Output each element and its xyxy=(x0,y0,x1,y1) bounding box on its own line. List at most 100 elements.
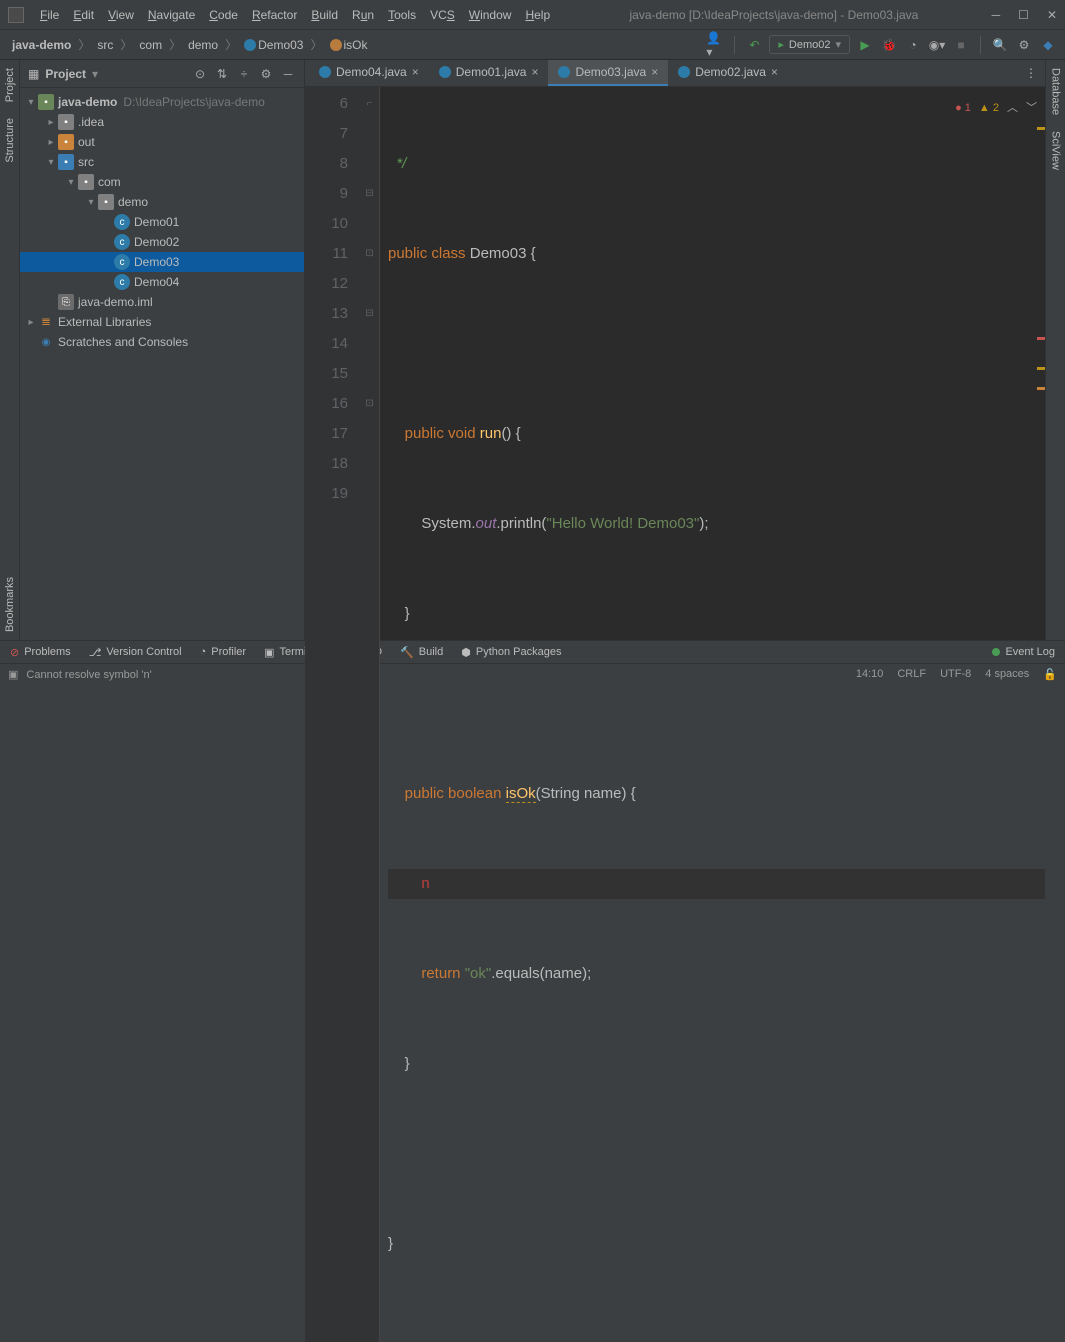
stop-button[interactable]: ■ xyxy=(952,36,970,54)
menu-vcs[interactable]: VCS xyxy=(424,6,461,24)
warning-count[interactable]: ▲ 2 xyxy=(979,93,999,123)
code-content[interactable]: */ public class Demo03 { public void run… xyxy=(380,87,1045,1342)
breadcrumb-demo[interactable]: demo xyxy=(184,37,222,53)
tool-problems[interactable]: ⊘Problems xyxy=(10,646,71,659)
tree-demo02[interactable]: cDemo02 xyxy=(20,232,304,252)
collapse-icon[interactable]: ÷ xyxy=(236,66,252,82)
menu-tools[interactable]: Tools xyxy=(382,6,422,24)
breadcrumb[interactable]: java-demo〉 src〉 com〉 demo〉 Demo03〉 isOk xyxy=(8,36,372,53)
tab-demo03[interactable]: Demo03.java× xyxy=(548,60,668,86)
maximize-button[interactable]: ☐ xyxy=(1018,8,1029,22)
close-icon[interactable]: × xyxy=(412,65,419,79)
tab-demo01[interactable]: Demo01.java× xyxy=(429,60,549,86)
class-icon: c xyxy=(114,214,130,230)
line-numbers: 678910111213141516171819 xyxy=(305,87,360,1342)
class-icon xyxy=(244,39,256,51)
readonly-icon[interactable]: 🔓 xyxy=(1043,668,1057,681)
tree-external[interactable]: ▸𝌆External Libraries xyxy=(20,312,304,332)
breadcrumb-root[interactable]: java-demo xyxy=(8,37,75,53)
nav-toolbar: java-demo〉 src〉 com〉 demo〉 Demo03〉 isOk … xyxy=(0,30,1065,60)
panel-dropdown-icon[interactable]: ▾ xyxy=(92,67,98,81)
close-button[interactable]: ✕ xyxy=(1047,8,1057,22)
inspection-overlay[interactable]: ● 1 ▲ 2 ︿ ﹀ xyxy=(955,93,1037,123)
panel-title[interactable]: Project xyxy=(45,67,86,81)
menu-view[interactable]: View xyxy=(102,6,140,24)
class-icon: c xyxy=(114,254,130,270)
ide-features-icon[interactable]: ◆ xyxy=(1039,36,1057,54)
tree-demo03[interactable]: cDemo03 xyxy=(20,252,304,272)
minimize-button[interactable]: ─ xyxy=(992,8,1001,22)
run-button[interactable]: ▶ xyxy=(856,36,874,54)
fold-gutter[interactable]: ⌐⊟⊡⊟⊡ xyxy=(360,87,380,1342)
select-opened-icon[interactable]: ⊙ xyxy=(192,66,208,82)
profile-icon[interactable]: ◉▾ xyxy=(928,36,946,54)
class-icon: c xyxy=(114,234,130,250)
editor-area: Demo04.java× Demo01.java× Demo03.java× D… xyxy=(305,60,1045,640)
tree-root[interactable]: ▾▪java-demoD:\IdeaProjects\java-demo xyxy=(20,92,304,112)
scratch-icon: ◉ xyxy=(38,334,54,350)
user-icon[interactable]: 👤▾ xyxy=(706,36,724,54)
search-icon[interactable]: 🔍 xyxy=(991,36,1009,54)
error-stripe[interactable] xyxy=(1035,87,1045,1342)
menu-build[interactable]: Build xyxy=(305,6,344,24)
menu-refactor[interactable]: Refactor xyxy=(246,6,303,24)
coverage-icon[interactable]: ◔ xyxy=(904,36,922,54)
hide-panel-icon[interactable]: ─ xyxy=(280,66,296,82)
editor-tabs: Demo04.java× Demo01.java× Demo03.java× D… xyxy=(305,60,1045,87)
tree-demo04[interactable]: cDemo04 xyxy=(20,272,304,292)
toolwindow-button[interactable]: ▣ xyxy=(8,668,18,681)
tab-demo04[interactable]: Demo04.java× xyxy=(309,60,429,86)
tool-profiler[interactable]: ◔Profiler xyxy=(200,646,247,658)
close-icon[interactable]: × xyxy=(771,65,778,79)
tool-tab-bookmarks[interactable]: Bookmarks xyxy=(2,569,18,640)
breadcrumb-src[interactable]: src xyxy=(93,37,117,53)
debug-button[interactable]: 🐞 xyxy=(880,36,898,54)
folder-icon: ▪ xyxy=(58,134,74,150)
tool-tab-sciview[interactable]: SciView xyxy=(1048,123,1064,178)
back-arrow-icon[interactable]: ↶ xyxy=(745,36,763,54)
method-icon xyxy=(330,39,342,51)
tabs-more-icon[interactable]: ⋮ xyxy=(1017,66,1045,80)
error-count[interactable]: ● 1 xyxy=(955,93,971,123)
breadcrumb-method[interactable]: isOk xyxy=(326,37,372,53)
tree-com[interactable]: ▾▪com xyxy=(20,172,304,192)
tool-vcs[interactable]: ⎇Version Control xyxy=(89,646,182,659)
breadcrumb-class[interactable]: Demo03 xyxy=(240,37,307,53)
tree-scratches[interactable]: ◉Scratches and Consoles xyxy=(20,332,304,352)
tool-tab-database[interactable]: Database xyxy=(1048,60,1064,123)
run-config-select[interactable]: ▸Demo02▾ xyxy=(769,35,850,54)
menu-file[interactable]: File xyxy=(34,6,65,24)
menu-edit[interactable]: Edit xyxy=(67,6,100,24)
status-message: Cannot resolve symbol 'n' xyxy=(26,669,151,681)
code-editor[interactable]: 678910111213141516171819 ⌐⊟⊡⊟⊡ */ public… xyxy=(305,87,1045,1342)
folder-icon: ▪ xyxy=(38,94,54,110)
tree-demo[interactable]: ▾▪demo xyxy=(20,192,304,212)
project-panel: ▦ Project ▾ ⊙ ⇅ ÷ ⚙ ─ ▾▪java-demoD:\Idea… xyxy=(20,60,305,640)
tree-demo01[interactable]: cDemo01 xyxy=(20,212,304,232)
menu-code[interactable]: Code xyxy=(203,6,244,24)
folder-icon: ▪ xyxy=(98,194,114,210)
expand-all-icon[interactable]: ⇅ xyxy=(214,66,230,82)
close-icon[interactable]: × xyxy=(531,65,538,79)
folder-icon: ▪ xyxy=(58,154,74,170)
tree-iml[interactable]: ⎘java-demo.iml xyxy=(20,292,304,312)
tree-src[interactable]: ▾▪src xyxy=(20,152,304,172)
tool-tab-structure[interactable]: Structure xyxy=(2,110,18,171)
settings-icon[interactable]: ⚙ xyxy=(1015,36,1033,54)
class-icon xyxy=(439,66,451,78)
project-tree[interactable]: ▾▪java-demoD:\IdeaProjects\java-demo ▸▪.… xyxy=(20,88,304,640)
tab-demo02[interactable]: Demo02.java× xyxy=(668,60,788,86)
tree-idea[interactable]: ▸▪.idea xyxy=(20,112,304,132)
menu-help[interactable]: Help xyxy=(519,6,556,24)
prev-highlight-icon[interactable]: ︿ xyxy=(1007,93,1018,123)
project-view-icon: ▦ xyxy=(28,67,39,81)
tool-tab-project[interactable]: Project xyxy=(2,60,18,110)
breadcrumb-com[interactable]: com xyxy=(135,37,166,53)
panel-settings-icon[interactable]: ⚙ xyxy=(258,66,274,82)
menu-navigate[interactable]: Navigate xyxy=(142,6,201,24)
tree-out[interactable]: ▸▪out xyxy=(20,132,304,152)
menu-run[interactable]: Run xyxy=(346,6,380,24)
menu-window[interactable]: Window xyxy=(463,6,518,24)
folder-icon: ▪ xyxy=(78,174,94,190)
close-icon[interactable]: × xyxy=(651,65,658,79)
